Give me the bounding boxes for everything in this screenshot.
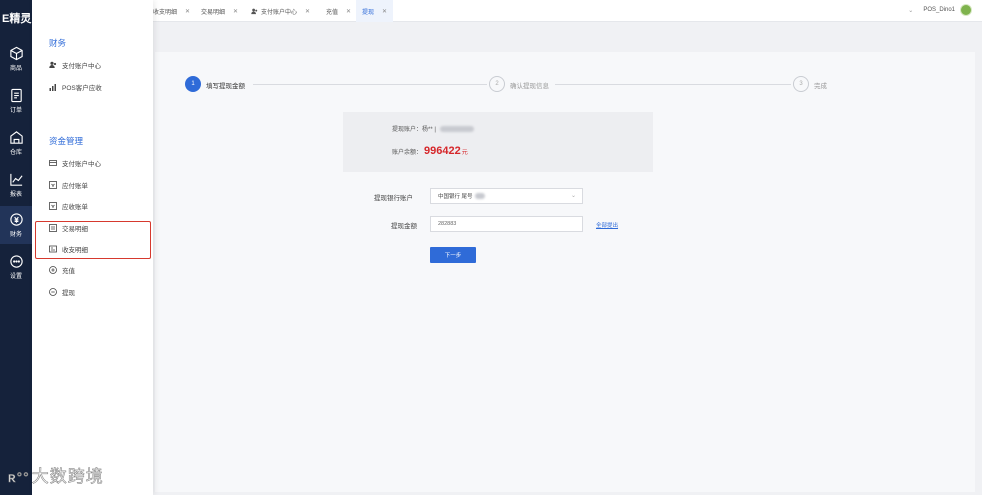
step-2-label: 确认提现信息 (510, 83, 549, 90)
user-menu[interactable]: ⌄ POS_Dino1 (908, 4, 972, 16)
tab-payment-center[interactable]: 支付账户中心 ✕ (251, 0, 310, 22)
rail-item-label: 仓库 (9, 150, 22, 156)
account-label: 提现账户： (392, 127, 423, 133)
amount-input[interactable]: 282883 (430, 216, 583, 232)
rail-item-label: 报表 (9, 192, 22, 198)
rail-item-reports[interactable]: 报表 (0, 166, 32, 204)
withdraw-all-link[interactable]: 全部提出 (596, 221, 618, 229)
warehouse-icon (9, 131, 23, 144)
bill-icon (49, 202, 57, 210)
tab-label: 交易明细 (201, 9, 226, 16)
bill-icon (49, 181, 57, 189)
balance-value: 996422 (424, 145, 461, 157)
app-logo: E精灵 (2, 13, 32, 25)
balance-label: 账户余额： (392, 149, 423, 156)
menu-item-label: 充值 (62, 268, 75, 275)
tab-transactions[interactable]: 交易明细 ✕ (201, 0, 238, 22)
close-icon[interactable]: ✕ (233, 8, 238, 15)
amount-label: 提现金额 (391, 223, 417, 230)
menu-group-finance: 财务 (49, 38, 67, 48)
user-group-icon (251, 8, 258, 15)
rail-item-settings[interactable]: 设置 (0, 248, 32, 286)
sub-header (153, 22, 982, 52)
rail-item-products[interactable]: 商品 (0, 40, 32, 78)
menu-item-withdraw[interactable]: 提现 (49, 285, 75, 299)
bank-account-select[interactable]: 中国银行 尾号 ⌄ (430, 188, 583, 204)
highlight-annotation-box (35, 221, 151, 259)
rail-item-finance[interactable]: 财务 (0, 206, 32, 244)
menu-item-label: 应收账单 (62, 204, 88, 211)
step-3-label: 完成 (814, 83, 827, 90)
step-1-circle: 1 (185, 76, 201, 92)
step-3-circle: 3 (793, 76, 809, 92)
tab-bar: 收支明细 ✕ 交易明细 ✕ 支付账户中心 ✕ 充值 ✕ 提现 ✕ ⌄ POS_D… (153, 0, 982, 22)
avatar (960, 4, 972, 16)
menu-item-recharge[interactable]: 充值 (49, 263, 75, 277)
menu-item-label: 提现 (62, 290, 75, 297)
redacted-bank-tail (474, 193, 485, 199)
account-value: 杨** | (422, 127, 436, 133)
chevron-down-icon: ⌄ (570, 193, 576, 199)
tab-income-expense[interactable]: 收支明细 ✕ (153, 0, 190, 22)
bar-chart-icon (49, 83, 57, 91)
account-row: 提现账户： 杨** | (392, 124, 474, 133)
menu-item-label: POS客户应收 (62, 85, 102, 92)
tab-recharge[interactable]: 充值 ✕ (326, 0, 351, 22)
step-connector (555, 84, 791, 85)
rail-item-label: 财务 (9, 232, 22, 238)
step-1-label: 填写提现金额 (206, 83, 245, 90)
document-icon (10, 88, 22, 103)
menu-item-label: 支付账户中心 (62, 161, 101, 168)
watermark-logo-icon: ʀ°° (8, 469, 30, 486)
menu-item-payables[interactable]: 应付账单 (49, 178, 88, 192)
menu-item-payment-center-2[interactable]: 支付账户中心 (49, 156, 101, 170)
card-icon (49, 159, 57, 167)
menu-group-fund-management: 资金管理 (49, 136, 84, 146)
redacted-account (439, 125, 474, 132)
tab-label: 提现 (362, 9, 375, 16)
rail-item-label: 订单 (9, 108, 22, 114)
settings-icon (9, 255, 23, 268)
withdraw-icon (49, 288, 57, 296)
menu-item-pos-receivable[interactable]: POS客户应收 (49, 80, 102, 94)
tab-label: 充值 (326, 9, 339, 16)
chart-icon (9, 173, 23, 186)
bank-account-label: 提现银行账户 (374, 195, 413, 202)
step-connector (253, 84, 487, 85)
balance-unit: 元 (461, 149, 468, 156)
menu-item-receivables[interactable]: 应收账单 (49, 199, 88, 213)
menu-item-label: 应付账单 (62, 183, 88, 190)
left-nav-rail: E精灵 商品 订单 仓库 报表 财务 设置 (0, 0, 32, 495)
user-group-icon (49, 61, 57, 69)
tab-withdraw[interactable]: 提现 ✕ (356, 0, 394, 22)
balance-row: 账户余额： 996422 元 (392, 145, 468, 157)
tab-label: 支付账户中心 (261, 9, 298, 16)
user-name: POS_Dino1 (923, 7, 955, 13)
watermark: ʀ°° 大数跨境 (8, 462, 104, 487)
recharge-icon (49, 266, 57, 274)
rail-item-label: 商品 (9, 66, 22, 72)
cube-icon (9, 46, 23, 61)
menu-item-payment-center[interactable]: 支付账户中心 (49, 58, 101, 72)
close-icon[interactable]: ✕ (382, 8, 387, 15)
close-icon[interactable]: ✕ (185, 8, 190, 15)
close-icon[interactable]: ✕ (305, 8, 310, 15)
chevron-down-icon: ⌄ (908, 7, 914, 14)
rail-item-warehouse[interactable]: 仓库 (0, 124, 32, 162)
finance-icon (9, 213, 23, 226)
tab-label: 收支明细 (153, 9, 178, 16)
step-indicator: 1 填写提现金额 2 确认提现信息 3 完成 (183, 76, 843, 94)
watermark-text: 大数跨境 (31, 467, 104, 487)
rail-item-label: 设置 (9, 274, 22, 280)
account-info-box: 提现账户： 杨** | 账户余额： 996422 元 (343, 112, 653, 172)
menu-item-label: 支付账户中心 (62, 63, 101, 70)
close-icon[interactable]: ✕ (346, 8, 351, 15)
next-step-button[interactable]: 下一步 (430, 247, 476, 263)
app-window: E精灵 商品 订单 仓库 报表 财务 设置 收支明细 ✕ 交易明细 ✕ 支付账户… (0, 0, 982, 495)
rail-item-orders[interactable]: 订单 (0, 82, 32, 120)
step-2-circle: 2 (489, 76, 505, 92)
bank-account-value: 中国银行 尾号 (438, 194, 473, 200)
amount-value: 282883 (438, 221, 457, 227)
